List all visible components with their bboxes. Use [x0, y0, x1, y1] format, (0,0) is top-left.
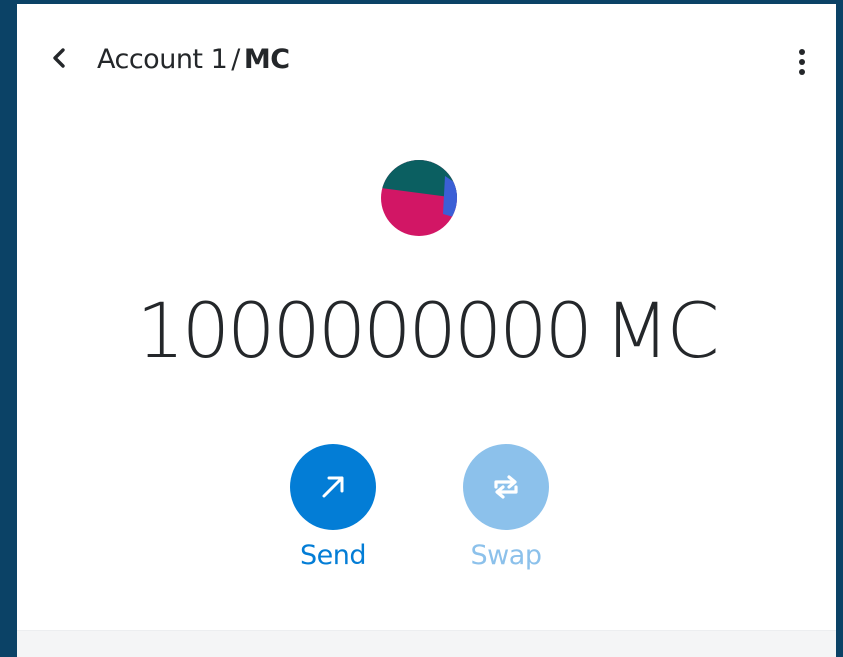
- vertical-dots-icon: [799, 49, 805, 55]
- breadcrumb: Account 1/MC: [97, 44, 290, 75]
- swap-label: Swap: [470, 540, 542, 571]
- chevron-left-icon: [53, 48, 65, 68]
- breadcrumb-token: MC: [243, 44, 290, 75]
- breadcrumb-separator: /: [231, 44, 240, 75]
- swap-button[interactable]: Swap: [446, 444, 566, 571]
- back-button[interactable]: [47, 46, 71, 70]
- send-label: Send: [299, 540, 367, 571]
- asset-panel: Account 1/MC 1000000000 MC Send Swap: [17, 4, 836, 657]
- asset-header: Account 1/MC: [17, 4, 836, 116]
- balance-symbol: MC: [603, 286, 720, 375]
- token-identicon: [381, 160, 457, 236]
- send-circle[interactable]: [290, 444, 376, 530]
- balance-amount: 1000000000: [136, 286, 593, 375]
- token-balance: 1000000000 MC: [17, 286, 836, 375]
- swap-circle[interactable]: [463, 444, 549, 530]
- asset-options-button[interactable]: [788, 40, 816, 84]
- swap-arrows-icon: [494, 475, 518, 499]
- arrow-up-right-icon: [322, 476, 344, 498]
- asset-list-divider: [17, 630, 836, 657]
- breadcrumb-account[interactable]: Account 1: [97, 44, 228, 75]
- send-button[interactable]: Send: [273, 444, 393, 571]
